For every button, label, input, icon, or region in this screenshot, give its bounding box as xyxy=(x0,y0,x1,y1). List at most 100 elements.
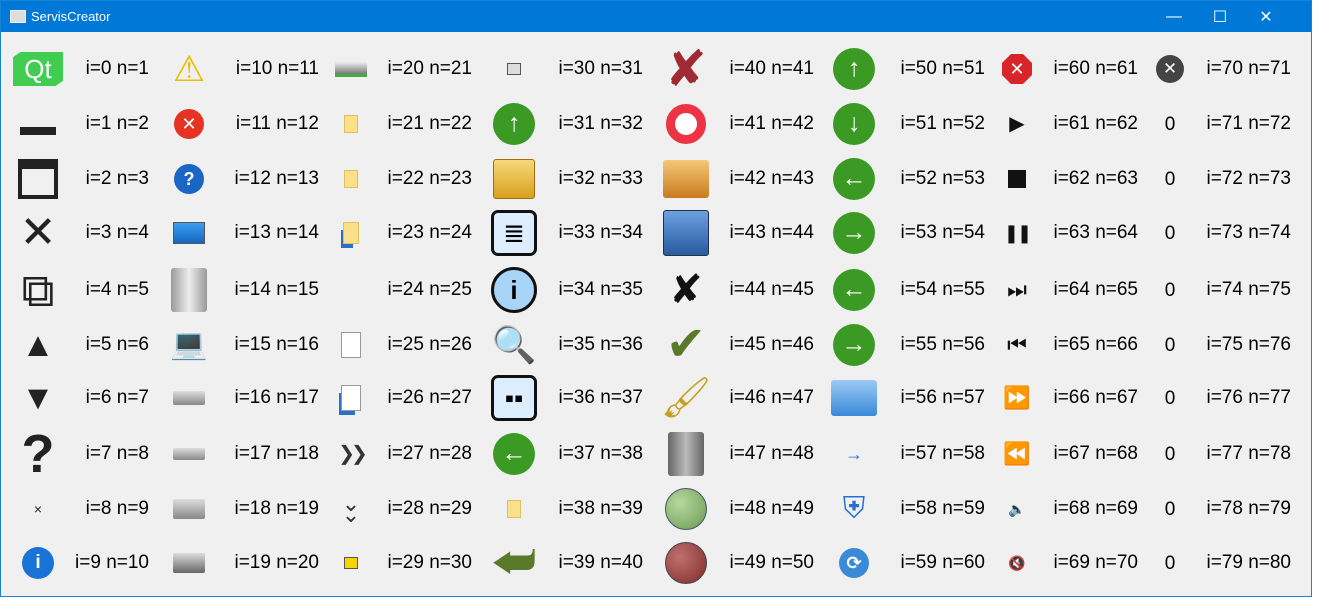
cell-label: i=14 n=15 xyxy=(234,279,319,300)
cell-label: i=48 n=49 xyxy=(729,498,814,519)
cell-label: i=18 n=19 xyxy=(234,498,319,519)
question-circle-icon: ? xyxy=(159,152,219,206)
cell-label: i=62 n=63 xyxy=(1053,168,1138,189)
maximize-button[interactable]: ☐ xyxy=(1197,1,1243,32)
app-icon xyxy=(10,10,26,23)
cell-label: i=32 n=33 xyxy=(558,168,643,189)
double-chevron-down-icon: ⌄ ⌄ xyxy=(341,491,361,527)
trash-icon xyxy=(656,427,716,481)
zero-label: 0 xyxy=(1164,387,1176,409)
shield-icon: ⛨ xyxy=(842,492,866,525)
cell-label: i=73 n=74 xyxy=(1206,222,1291,243)
cell-label: i=11 n=12 xyxy=(235,113,319,134)
cell-label: i=58 n=59 xyxy=(900,498,985,519)
cell-label: i=29 n=30 xyxy=(387,552,472,573)
arrow-left-circle-icon: ← xyxy=(484,427,544,481)
cell-label: i=33 n=34 xyxy=(558,222,643,243)
cell-label: i=63 n=64 xyxy=(1053,222,1138,243)
cell-label: i=60 n=61 xyxy=(1053,58,1138,79)
cell-label: i=23 n=24 xyxy=(387,222,472,243)
cell-label: i=4 n=5 xyxy=(85,279,149,300)
cell-label: i=75 n=76 xyxy=(1206,334,1291,355)
cell-label: i=72 n=73 xyxy=(1206,168,1291,189)
network-drive-icon xyxy=(321,42,381,96)
volume-muted-icon: 🔇 xyxy=(1008,555,1026,571)
cell-label: i=15 n=16 xyxy=(234,334,319,355)
cell-label: i=0 n=1 xyxy=(85,58,149,79)
zero-label: 0 xyxy=(1164,552,1176,574)
arrow-down-circle-icon: ↓ xyxy=(824,97,884,151)
cell-label: i=8 n=9 xyxy=(85,498,149,519)
folder-open-small-icon xyxy=(321,536,381,590)
zero-value: 0 xyxy=(1140,206,1200,260)
save-floppy-icon xyxy=(656,206,716,260)
cell-label: i=5 n=6 xyxy=(85,334,149,355)
arrow-up-circle-icon: ↑ xyxy=(484,97,544,151)
cell-label: i=68 n=69 xyxy=(1053,498,1138,519)
small-drive-icon xyxy=(484,42,544,96)
cell-label: i=76 n=77 xyxy=(1206,387,1291,408)
zero-value: 0 xyxy=(1140,97,1200,151)
cell-label: i=27 n=28 xyxy=(387,443,472,464)
zero-label: 0 xyxy=(1164,113,1176,135)
folder-link-icon xyxy=(321,206,381,260)
floppy-drive-icon xyxy=(159,371,219,425)
cell-label: i=61 n=62 xyxy=(1053,113,1138,134)
cell-label: i=28 n=29 xyxy=(387,498,472,519)
triangle-down-icon: ▼ xyxy=(21,379,55,417)
skip-backward-icon: ⏮ xyxy=(1007,332,1027,357)
restore-window-icon: ⧉ xyxy=(21,264,55,316)
cell-label: i=12 n=13 xyxy=(234,168,319,189)
folder-small-icon xyxy=(321,97,381,151)
folder-small-icon xyxy=(321,152,381,206)
cell-label: i=38 n=39 xyxy=(558,498,643,519)
green-circle-icon xyxy=(656,482,716,536)
zero-value: 0 xyxy=(1140,318,1200,372)
cell-label: i=24 n=25 xyxy=(387,279,472,300)
cell-label: i=9 n=10 xyxy=(75,552,149,573)
app-window: ServisCreator — ☐ ✕ Qt i=0 n=1 i=1 n=2 i=2 … xyxy=(0,0,1312,597)
zero-label: 0 xyxy=(1164,279,1176,301)
rewind-icon: ⏪ xyxy=(1003,441,1031,466)
arrow-left-circle-icon: ← xyxy=(824,152,884,206)
minimize-button[interactable]: — xyxy=(1151,1,1197,32)
checkmark-icon: ✔ xyxy=(665,318,707,371)
cell-label: i=1 n=2 xyxy=(85,113,149,134)
cell-label: i=78 n=79 xyxy=(1206,498,1291,519)
black-x-icon: ✘ xyxy=(669,268,703,312)
cell-label: i=39 n=40 xyxy=(558,552,643,573)
cell-label: i=22 n=23 xyxy=(387,168,472,189)
cell-label: i=19 n=20 xyxy=(234,552,319,573)
cell-label: i=41 n=42 xyxy=(729,113,814,134)
cd-drive-icon xyxy=(159,482,219,536)
volume-icon: 🔈 xyxy=(1008,501,1026,517)
stop-icon xyxy=(987,152,1047,206)
zero-value: 0 xyxy=(1140,371,1200,425)
arrow-right-icon: → xyxy=(845,444,863,464)
cell-label: i=49 n=50 xyxy=(729,552,814,573)
grid-view-icon: ▪▪ xyxy=(484,371,544,425)
cell-label: i=30 n=31 xyxy=(558,58,643,79)
cell-label: i=10 n=11 xyxy=(235,58,319,79)
close-button[interactable]: ✕ xyxy=(1243,1,1289,32)
cell-label: i=6 n=7 xyxy=(85,387,149,408)
cell-label: i=59 n=60 xyxy=(900,552,985,573)
cell-label: i=65 n=66 xyxy=(1053,334,1138,355)
arrow-right-circle-icon: → xyxy=(824,318,884,372)
zero-value: 0 xyxy=(1140,427,1200,481)
cell-label: i=21 n=22 xyxy=(387,113,472,134)
cell-label: i=44 n=45 xyxy=(729,279,814,300)
return-arrow-icon: ⮨ xyxy=(491,536,537,589)
question-mark-icon: ? xyxy=(21,424,55,484)
double-chevron-right-icon: ❯❯ xyxy=(338,443,367,465)
zero-label: 0 xyxy=(1164,168,1176,190)
cell-label: i=57 n=58 xyxy=(900,443,985,464)
cell-label: i=36 n=37 xyxy=(558,387,643,408)
zero-label: 0 xyxy=(1164,334,1176,356)
window-title: ServisCreator xyxy=(31,9,111,24)
computer-icon: 💻 xyxy=(170,328,208,361)
cell-label: i=51 n=52 xyxy=(900,113,985,134)
error-circle-icon: ✕ xyxy=(159,97,219,151)
zero-value: 0 xyxy=(1140,482,1200,536)
info-icon: i xyxy=(484,263,544,317)
